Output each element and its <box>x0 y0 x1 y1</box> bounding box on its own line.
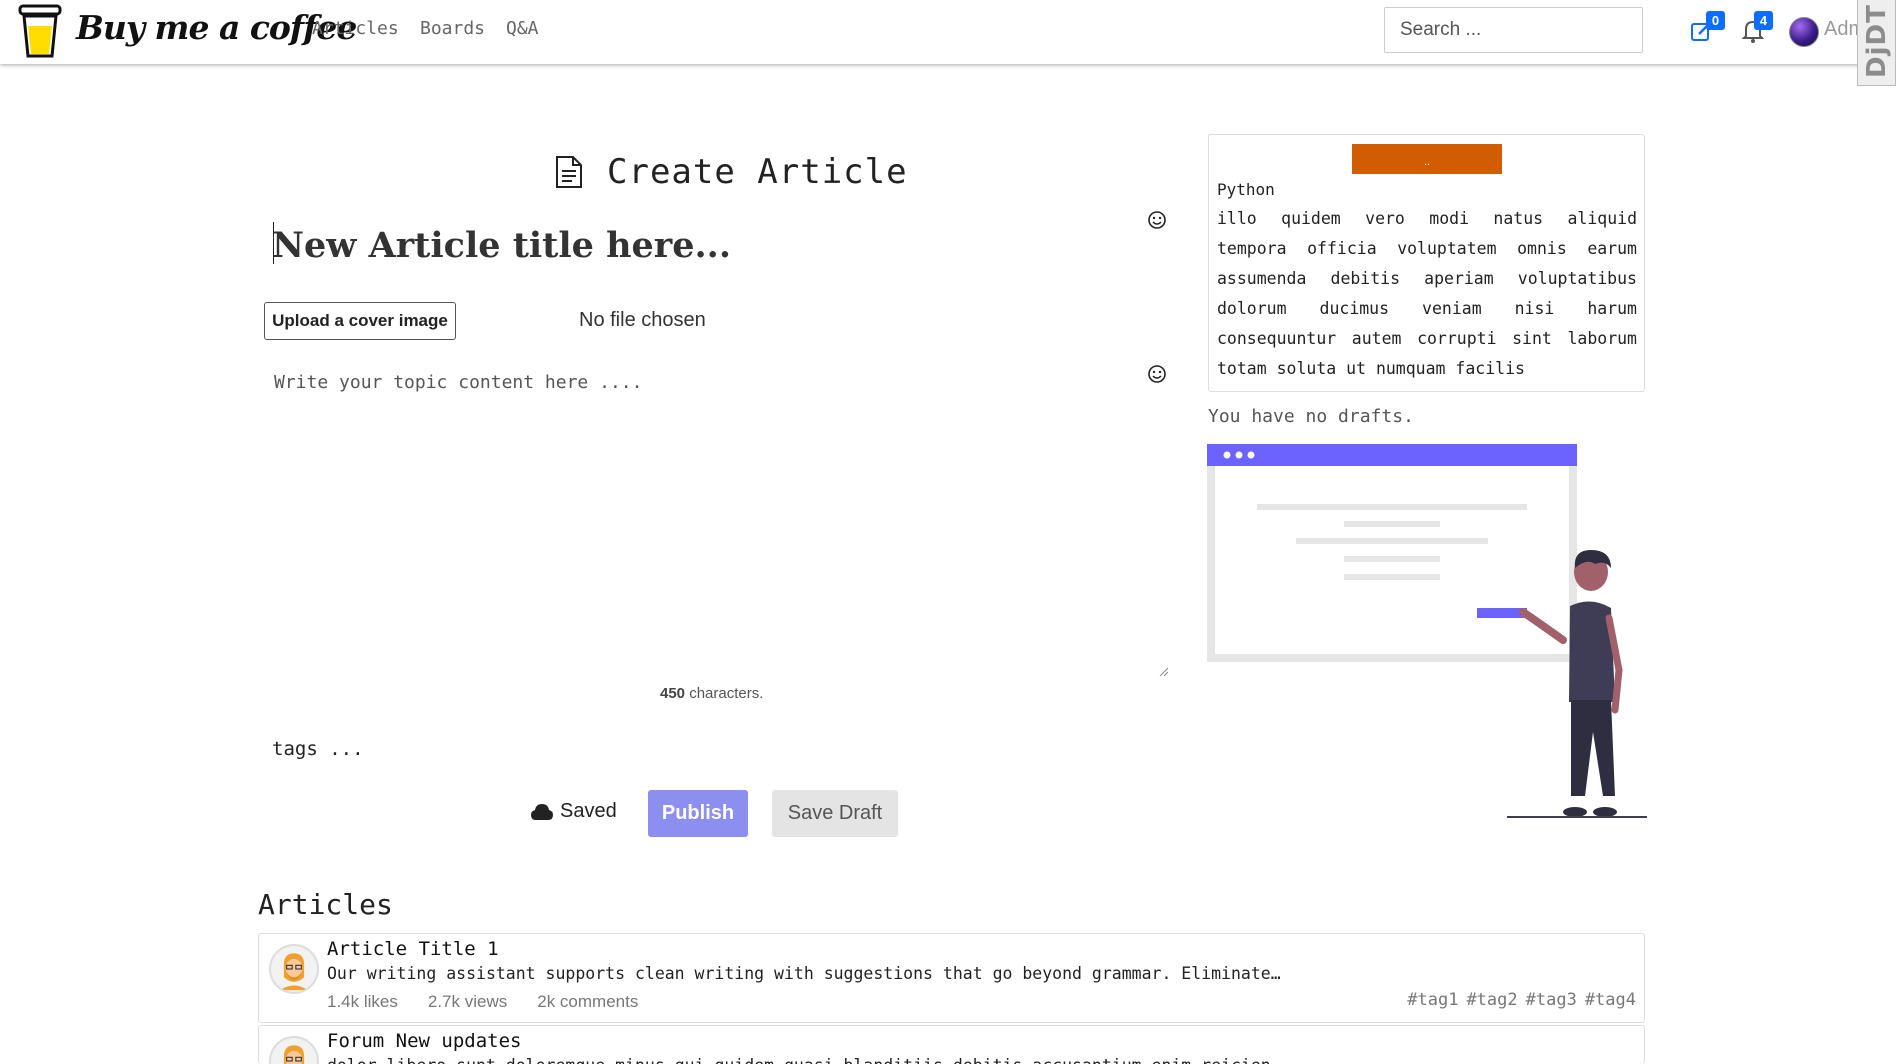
articles-heading: Articles <box>258 888 393 921</box>
article-card[interactable]: Article Title 1 Our writing assistant su… <box>258 933 1645 1023</box>
coffee-cup-logo-icon[interactable] <box>18 4 62 58</box>
publish-button[interactable]: Publish <box>648 790 748 837</box>
search-input[interactable] <box>1384 7 1643 53</box>
save-draft-button[interactable]: Save Draft <box>772 790 898 837</box>
article-title[interactable]: Forum New updates <box>327 1030 521 1052</box>
messages-badge: 0 <box>1706 11 1725 30</box>
author-avatar[interactable] <box>269 1036 319 1064</box>
saved-status: Saved <box>530 800 617 823</box>
notifications-badge: 4 <box>1754 11 1773 30</box>
info-card: .. Python illo quidem vero modi natus al… <box>1208 134 1645 392</box>
article-content-textarea[interactable] <box>264 366 1168 676</box>
page-title-text: Create Article <box>607 152 908 192</box>
comments-count: 2k comments <box>537 992 639 1011</box>
character-count: 450 characters. <box>660 685 763 702</box>
article-card[interactable]: Forum New updates dolor libero sunt dolo… <box>258 1025 1645 1064</box>
document-icon <box>556 156 582 188</box>
article-title[interactable]: Article Title 1 <box>327 938 499 960</box>
cloud-icon <box>531 803 553 820</box>
emoji-picker-icon[interactable] <box>1147 210 1167 230</box>
author-avatar[interactable] <box>269 944 319 994</box>
author-avatar-icon <box>271 946 317 992</box>
character-count-suffix: characters. <box>685 685 764 702</box>
tag-link[interactable]: #tag2 <box>1466 990 1517 1010</box>
resize-handle-icon[interactable] <box>1158 666 1168 676</box>
no-drafts-message: You have no drafts. <box>1208 406 1414 427</box>
article-tags: #tag1 #tag2 #tag3 #tag4 <box>1407 990 1636 1010</box>
article-title-input[interactable] <box>272 220 1132 270</box>
tags-input[interactable] <box>272 734 672 764</box>
top-navbar: Buy me a coffee Articles Boards Q&A 0 4 … <box>0 0 1896 64</box>
nav-link-articles[interactable]: Articles <box>312 18 399 39</box>
debug-toolbar-handle[interactable]: DjDT <box>1857 0 1896 86</box>
likes-count: 1.4k likes <box>327 992 398 1011</box>
author-avatar-icon <box>271 1038 317 1064</box>
views-count: 2.7k views <box>427 992 508 1011</box>
info-description: illo quidem vero modi natus aliquid temp… <box>1217 209 1637 378</box>
info-banner: .. <box>1352 144 1502 174</box>
file-status: No file chosen <box>579 309 706 331</box>
page-title: Create Article <box>555 152 908 192</box>
tag-link[interactable]: #tag1 <box>1407 990 1458 1010</box>
tag-link[interactable]: #tag3 <box>1526 990 1577 1010</box>
info-language: Python <box>1217 180 1275 199</box>
article-excerpt: dolor libero sunt doloremque minus qui q… <box>327 1056 1271 1064</box>
upload-cover-button[interactable]: Upload a cover image <box>264 302 456 340</box>
empty-drafts-illustration <box>1207 444 1647 818</box>
character-count-value: 450 <box>660 685 686 702</box>
article-stats: 1.4k likes 2.7k views 2k comments <box>327 992 638 1012</box>
user-avatar[interactable] <box>1789 17 1819 47</box>
article-excerpt: Our writing assistant supports clean wri… <box>327 964 1281 983</box>
text-caret <box>273 222 274 264</box>
debug-toolbar-label: DjDT <box>1862 4 1892 78</box>
tag-link[interactable]: #tag4 <box>1585 990 1636 1010</box>
saved-label: Saved <box>560 800 617 822</box>
nav-link-boards[interactable]: Boards <box>420 18 485 39</box>
nav-link-qa[interactable]: Q&A <box>506 18 539 39</box>
